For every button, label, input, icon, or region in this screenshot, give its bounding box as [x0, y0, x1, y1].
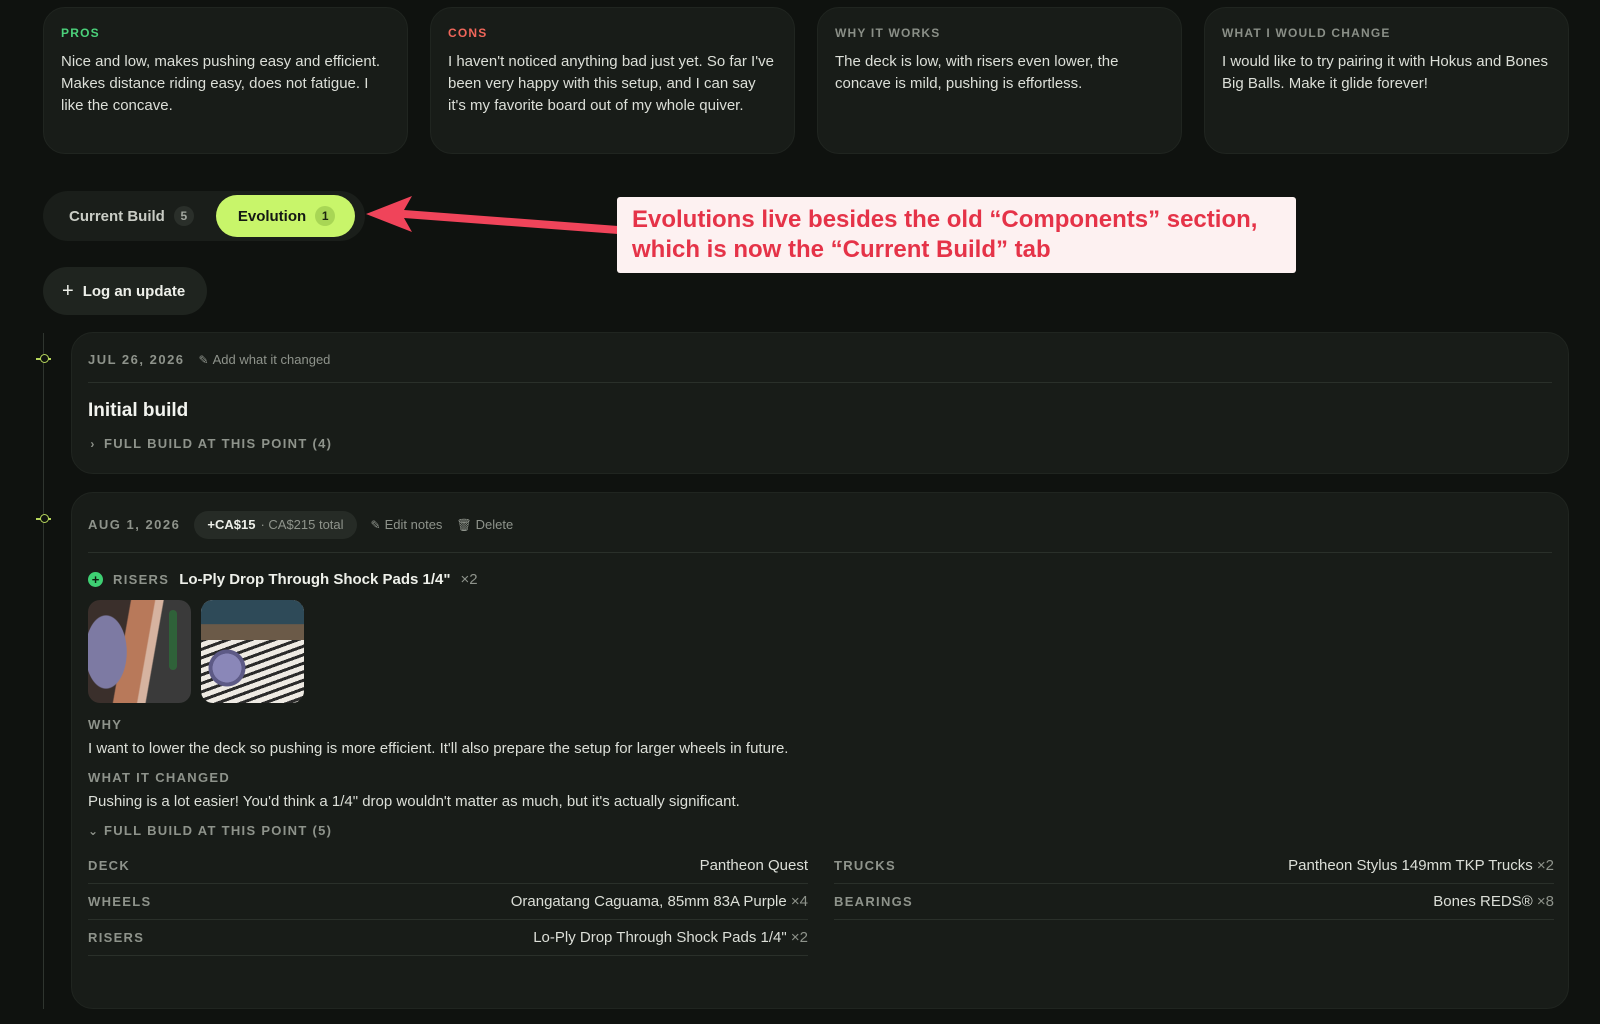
build-category: BEARINGS — [834, 894, 914, 909]
tab-label: Evolution — [237, 207, 307, 225]
component-change: + RISERS Lo-Ply Drop Through Shock Pads … — [88, 571, 1552, 588]
build-row-trucks: TRUCKS Pantheon Stylus 149mm TKP Trucks … — [834, 848, 1554, 884]
entry-date: JUL 26, 2026 — [88, 352, 185, 367]
why-it-works-text: The deck is low, with risers even lower,… — [835, 53, 1119, 92]
entry-date: AUG 1, 2026 — [88, 517, 181, 532]
delete-label: Delete — [475, 517, 514, 532]
build-value: Orangatang Caguama, 85mm 83A Purple ×4 — [510, 893, 808, 910]
annotation-arrow-icon — [366, 196, 618, 234]
chevron-right-icon: › — [90, 436, 96, 451]
why-it-works-title: WHY IT WORKS — [835, 26, 941, 40]
cost-badge: +CA$15 · CA$215 total — [194, 510, 357, 539]
what-changed-text: Pushing is a lot easier! You'd think a 1… — [88, 793, 740, 810]
full-build-list: DECK Pantheon Quest TRUCKS Pantheon Styl… — [88, 848, 1554, 956]
tab-count-badge: 1 — [315, 206, 336, 226]
tab-count-badge: 5 — [173, 206, 194, 226]
trash-icon: 🗑 — [456, 517, 472, 532]
build-row-deck: DECK Pantheon Quest — [88, 848, 808, 884]
build-category: RISERS — [88, 930, 145, 945]
evolution-entry-initial: JUL 26, 2026 ✎ Add what it changed Initi… — [71, 332, 1569, 474]
why-label: WHY — [88, 717, 123, 732]
cons-card: CONS I haven't noticed anything bad just… — [430, 7, 795, 154]
add-component-icon: + — [88, 572, 103, 587]
tab-label: Current Build — [69, 207, 165, 225]
full-build-label: FULL BUILD AT THIS POINT (4) — [104, 436, 333, 451]
entry-header: JUL 26, 2026 ✎ Add what it changed — [88, 333, 1552, 383]
full-build-toggle[interactable]: ⌄ FULL BUILD AT THIS POINT (5) — [88, 823, 1552, 838]
what-i-would-change-card: WHAT I WOULD CHANGE I would like to try … — [1204, 7, 1569, 154]
why-it-works-card: WHY IT WORKS The deck is low, with riser… — [817, 7, 1182, 154]
pencil-icon: ✎ — [198, 352, 209, 367]
plus-icon: + — [62, 280, 74, 302]
build-row-wheels: WHEELS Orangatang Caguama, 85mm 83A Purp… — [88, 884, 808, 920]
add-what-changed-label: Add what it changed — [212, 352, 331, 367]
photo-thumbnail[interactable] — [88, 600, 191, 703]
change-quantity: ×2 — [460, 571, 478, 588]
annotation-callout: Evolutions live besides the old “Compone… — [617, 197, 1296, 273]
change-category: RISERS — [113, 572, 170, 587]
build-row-bearings: BEARINGS Bones REDS® ×8 — [834, 884, 1554, 920]
pros-text: Nice and low, makes pushing easy and eff… — [61, 53, 381, 114]
photo-thumbnail[interactable] — [201, 600, 304, 703]
full-build-toggle[interactable]: › FULL BUILD AT THIS POINT (4) — [88, 436, 1552, 451]
build-value: Pantheon Quest — [699, 857, 808, 874]
build-value: Pantheon Stylus 149mm TKP Trucks ×2 — [1288, 857, 1554, 874]
timeline-line — [43, 333, 44, 1009]
timeline-node-icon — [36, 354, 51, 363]
review-cards: PROS Nice and low, makes pushing easy an… — [43, 7, 1569, 154]
build-value: Lo-Ply Drop Through Shock Pads 1/4" ×2 — [533, 929, 808, 946]
what-changed-label: WHAT IT CHANGED — [88, 770, 231, 785]
log-update-label: Log an update — [82, 282, 186, 300]
chevron-down-icon: ⌄ — [88, 823, 100, 838]
delete-button[interactable]: 🗑 Delete — [456, 517, 513, 532]
edit-notes-button[interactable]: ✎ Edit notes — [371, 517, 443, 532]
why-text: I want to lower the deck so pushing is m… — [88, 740, 789, 757]
build-row-risers: RISERS Lo-Ply Drop Through Shock Pads 1/… — [88, 920, 808, 956]
entry-header: AUG 1, 2026 +CA$15 · CA$215 total ✎ Edit… — [88, 493, 1552, 553]
what-i-would-change-text: I would like to try pairing it with Hoku… — [1222, 53, 1548, 92]
add-what-changed-link[interactable]: ✎ Add what it changed — [199, 352, 331, 367]
timeline-node-icon — [36, 514, 51, 523]
pros-title: PROS — [61, 26, 100, 40]
log-update-button[interactable]: + Log an update — [43, 267, 207, 315]
edit-notes-label: Edit notes — [384, 517, 443, 532]
change-component-name: Lo-Ply Drop Through Shock Pads 1/4" — [179, 571, 451, 588]
build-category: WHEELS — [88, 894, 152, 909]
entry-title: Initial build — [88, 400, 189, 421]
pros-card: PROS Nice and low, makes pushing easy an… — [43, 7, 408, 154]
full-build-label: FULL BUILD AT THIS POINT (5) — [104, 823, 333, 838]
cons-text: I haven't noticed anything bad just yet.… — [448, 53, 774, 114]
cost-added: +CA$15 — [207, 517, 256, 532]
evolution-entry-update: AUG 1, 2026 +CA$15 · CA$215 total ✎ Edit… — [71, 492, 1569, 1009]
cons-title: CONS — [448, 26, 488, 40]
what-i-would-change-title: WHAT I WOULD CHANGE — [1222, 26, 1391, 40]
build-category: DECK — [88, 858, 131, 873]
build-value: Bones REDS® ×8 — [1433, 893, 1554, 910]
pencil-icon: ✎ — [370, 517, 381, 532]
tab-evolution[interactable]: Evolution 1 — [215, 195, 356, 237]
cost-total: · CA$215 total — [260, 517, 344, 532]
build-category: TRUCKS — [834, 858, 896, 873]
build-tabs: Current Build 5 Evolution 1 — [43, 191, 365, 241]
tab-current-build[interactable]: Current Build 5 — [47, 195, 216, 237]
photo-gallery — [88, 600, 1552, 703]
